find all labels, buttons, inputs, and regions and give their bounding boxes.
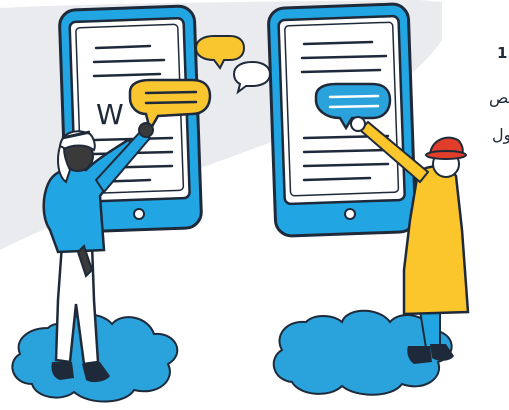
phone-letter-w: W <box>96 98 124 131</box>
section-number: 1.4 <box>497 44 509 62</box>
heading-text-line-1: المص <box>489 88 509 107</box>
heading-text-line-2: حول <box>492 125 509 144</box>
illustration-scene: W <box>0 0 470 403</box>
